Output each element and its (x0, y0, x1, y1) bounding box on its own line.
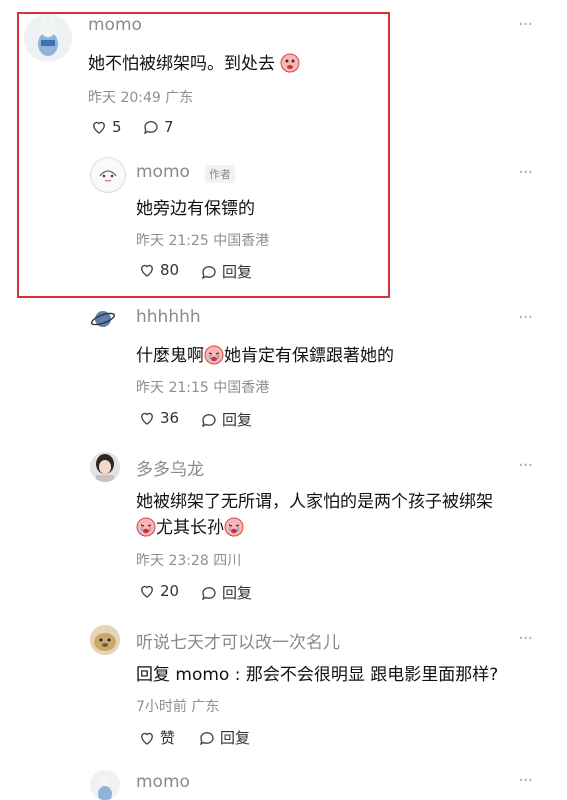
comment-meta: 昨天 20:49 广东 (88, 90, 194, 106)
heart-icon (141, 585, 153, 598)
comment-username[interactable]: 听说七天才可以改一次名儿 (136, 628, 340, 653)
more-dots-icon[interactable]: ··· (518, 628, 533, 649)
avatar[interactable] (90, 770, 120, 800)
comment-username[interactable]: momo (136, 772, 190, 792)
reply-username[interactable]: momo (136, 162, 190, 182)
comment-username[interactable]: momo (88, 15, 142, 35)
comment-text: 回复 momo : 那会不会很明显 跟电影里面那样? (136, 665, 499, 685)
comment-bubble-icon (201, 413, 216, 427)
like-count: 20 (160, 582, 180, 600)
comment-bubble-icon (143, 121, 158, 135)
reply-count-button[interactable]: 7 (142, 118, 174, 136)
comment-bubble-icon (201, 265, 216, 279)
reply-button[interactable]: 回复 (200, 409, 252, 430)
more-dots-icon[interactable]: ··· (518, 162, 533, 183)
more-dots-icon[interactable]: ··· (518, 14, 533, 35)
avatar[interactable] (24, 14, 72, 62)
more-dots-icon[interactable]: ··· (518, 455, 533, 476)
more-dots-icon[interactable]: ··· (518, 770, 533, 791)
heart-icon (141, 264, 153, 277)
crying-face-emoji (280, 53, 300, 73)
heart-icon (141, 412, 153, 425)
like-button[interactable]: 80 (138, 261, 179, 279)
reply-button[interactable]: 回复 (200, 261, 252, 282)
like-label: 赞 (160, 729, 176, 747)
avatar[interactable] (90, 452, 120, 482)
like-button[interactable]: 赞 (138, 727, 175, 748)
like-button[interactable]: 20 (138, 582, 179, 600)
comment-text: 她不怕被绑架吗。到处去 (88, 49, 300, 74)
comment-text: 她被绑架了无所谓，人家怕的是两个孩子被绑架 (136, 492, 493, 512)
avatar[interactable] (90, 306, 116, 332)
comment-meta: 7小时前 广东 (136, 699, 220, 715)
heart-icon (93, 121, 105, 134)
like-button[interactable]: 5 (90, 118, 122, 136)
more-dots-icon[interactable]: ··· (518, 307, 533, 328)
like-button[interactable]: 36 (138, 409, 179, 427)
comment-text: 什麼鬼啊 她肯定有保鏢跟著她的 (136, 345, 394, 366)
heart-icon (141, 732, 153, 745)
avatar[interactable] (90, 157, 126, 193)
comment-bubble-icon (199, 731, 214, 745)
like-count: 80 (160, 261, 180, 279)
reply-button[interactable]: 回复 (198, 727, 250, 748)
comment-username[interactable]: 多多乌龙 (136, 455, 204, 480)
crying-face-emoji (224, 517, 244, 537)
crying-face-emoji (204, 345, 224, 365)
reply-button[interactable]: 回复 (200, 582, 252, 603)
author-badge: 作者 (205, 165, 235, 183)
reply-text: 她旁边有保镖的 (136, 199, 255, 219)
comment-meta: 昨天 21:15 中国香港 (136, 380, 270, 396)
comment-username[interactable]: hhhhhh (136, 307, 201, 327)
crying-face-emoji (136, 517, 156, 537)
like-count: 5 (112, 118, 122, 136)
comment-text-line2: 尤其长孙 (136, 513, 244, 538)
avatar[interactable] (90, 625, 120, 655)
comment-bubble-icon (201, 586, 216, 600)
reply-count: 7 (164, 118, 174, 136)
comment-meta: 昨天 23:28 四川 (136, 553, 242, 569)
like-count: 36 (160, 409, 180, 427)
reply-meta: 昨天 21:25 中国香港 (136, 233, 270, 249)
